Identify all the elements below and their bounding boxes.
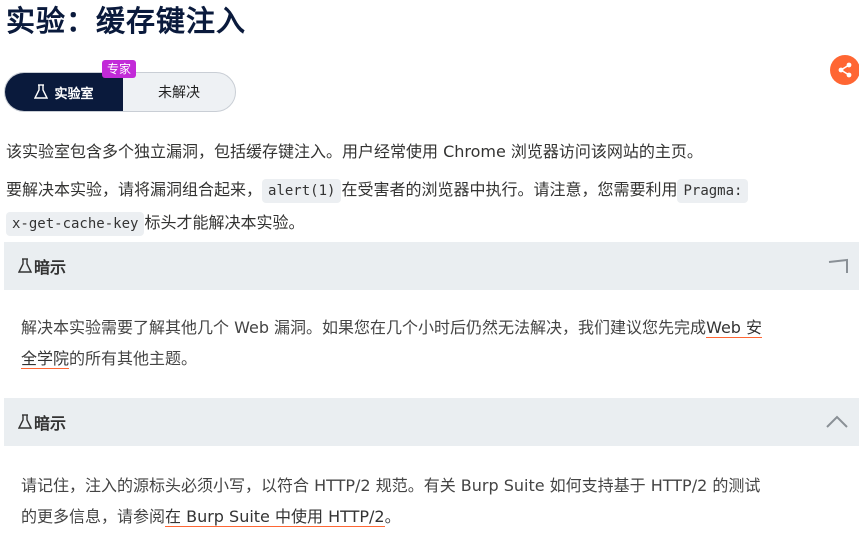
flask-icon [18, 258, 32, 273]
hint-2-header[interactable]: 暗示 [4, 398, 859, 446]
share-button[interactable] [830, 55, 859, 85]
hint-2-text: 。 [384, 507, 401, 526]
hint-2-body: 请记住，注入的源标头必须小写，以符合 HTTP/2 规范。有关 Burp Sui… [21, 470, 851, 532]
hint-1-body: 解决本实验需要了解其他几个 Web 漏洞。如果您在几个小时后仍然无法解决，我们建… [21, 312, 851, 374]
description-text: 在受害者的浏览器中执行。请注意，您需要利用 [341, 180, 678, 199]
status-unsolved: 未解决 [158, 85, 200, 101]
flask-icon [18, 414, 32, 429]
description-paragraph-1: 该实验室包含多个独立漏洞，包括缓存键注入。用户经常使用 Chrome 浏览器访问… [6, 142, 703, 161]
hint-1-text: 解决本实验需要了解其他几个 Web 漏洞。如果您在几个小时后仍然无法解决，我们建… [21, 318, 707, 337]
lab-level-pill: 实验室 [5, 73, 123, 111]
hint-2-title: 暗示 [34, 414, 67, 433]
description-text: 要解决本实验，请将漏洞组合起来， [6, 180, 263, 199]
share-icon [838, 62, 852, 78]
hint-1-title: 暗示 [34, 258, 67, 277]
code-pragma: Pragma: [677, 179, 749, 203]
lab-status-widget: 实验室 未解决 专家 [4, 60, 236, 112]
chevron-up-icon [826, 415, 848, 428]
hint-1-header[interactable]: 暗示 [4, 242, 859, 290]
link-http2-in-burp[interactable]: 在 Burp Suite 中使用 HTTP/2 [165, 507, 385, 527]
code-alert: alert(1) [262, 179, 342, 203]
chevron-icon [828, 258, 848, 273]
flask-icon [34, 84, 49, 99]
expert-badge: 专家 [102, 60, 137, 78]
link-web-security-academy[interactable]: Web 安 [706, 318, 763, 338]
description-paragraph-2: 要解决本实验，请将漏洞组合起来， alert(1) 在受害者的浏览器中执行。请注意，… [6, 174, 851, 240]
hint-2-text: 请记住，注入的源标头必须小写，以符合 HTTP/2 规范。有关 Burp Sui… [21, 476, 761, 495]
link-web-security-academy[interactable]: 全学院 [21, 349, 70, 369]
page-title: 实验：缓存键注入 [6, 4, 247, 38]
description-text: 标头才能解决本实验。 [144, 213, 305, 232]
code-cache-key: x-get-cache-key [6, 212, 145, 236]
lab-label: 实验室 [54, 86, 94, 102]
hint-2-text: 的更多信息，请参阅 [21, 507, 166, 526]
hint-1-text: 的所有其他主题。 [69, 349, 198, 368]
